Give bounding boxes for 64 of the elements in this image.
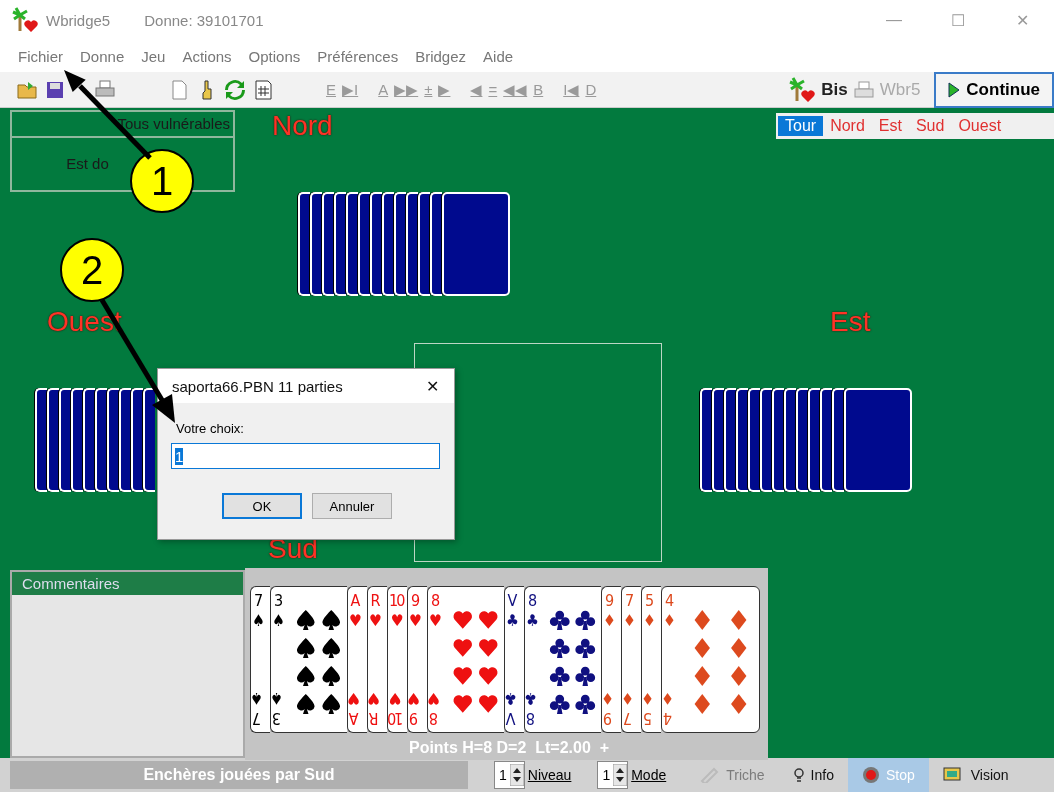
window-title: Wbridge5 (46, 11, 111, 29)
playing-card[interactable]: V ♣ V ♣ (504, 586, 524, 733)
menu-item[interactable]: Options (248, 47, 301, 65)
playing-card[interactable]: 7 ♦ 7 ♦ (621, 586, 641, 733)
continue-button[interactable]: Continue (934, 71, 1054, 108)
points-summary: Points H=8 D=2 Lt=2.00 + (407, 739, 611, 757)
close-button[interactable]: ✕ (410, 376, 454, 396)
play-icon (948, 81, 961, 98)
deal-number: Donne: 39101701 (144, 11, 264, 29)
menu-item[interactable]: Donne (80, 47, 125, 65)
menu-item[interactable]: Jeu (141, 47, 166, 65)
refresh-icon[interactable] (224, 78, 246, 101)
playing-card[interactable]: A ♥ A ♥ (347, 586, 367, 733)
stop-icon (861, 766, 880, 784)
spinner-arrows-icon[interactable] (613, 764, 628, 786)
status-button[interactable]: Vision (928, 758, 1023, 792)
seat-label: Sud (268, 533, 318, 565)
playing-card[interactable]: 5 ♦ 5 ♦ (641, 586, 661, 733)
printer-icon (853, 80, 874, 99)
spinner-label: Mode (631, 767, 667, 783)
spinner-arrows-icon[interactable] (509, 764, 524, 786)
window-control[interactable]: ✕ (990, 10, 1054, 30)
palm-heart-icon (12, 7, 38, 33)
dialog-button[interactable]: Annuler (312, 493, 392, 519)
comments-title: Commentaires (12, 572, 243, 595)
seat-label: Est (830, 306, 871, 338)
dialog-title: saporta66.PBN 11 parties (172, 377, 343, 395)
spinner-label: Niveau (527, 767, 572, 783)
choice-field[interactable]: 1 (171, 443, 440, 469)
lightbulb-icon (792, 767, 805, 783)
bis-button[interactable]: Bis (821, 79, 848, 100)
status-caption: Enchères jouées par Sud (10, 761, 468, 789)
playing-card[interactable]: 8 ♣ 8 ♣ (524, 586, 601, 733)
menu-item[interactable]: Fichier (18, 47, 63, 65)
dealer-label: Est do (66, 155, 109, 172)
menu-item[interactable]: Aide (483, 47, 514, 65)
turn-cell[interactable]: Nord (823, 116, 872, 136)
callout-badge: 2 (60, 238, 124, 302)
window-control[interactable]: ☐ (926, 10, 990, 30)
menu-item[interactable]: Actions (182, 47, 232, 65)
playing-card[interactable]: 4 ♦ 4 ♦ (661, 586, 760, 733)
status-button[interactable]: Info (778, 758, 848, 792)
menu-item[interactable]: Préférences (317, 47, 399, 65)
turn-cell[interactable]: Tour (778, 116, 824, 136)
playing-card[interactable]: 8 ♥ 8 ♥ (427, 586, 504, 733)
playing-card[interactable]: 3 ♠ 3 ♠ (270, 586, 347, 733)
palm-heart-icon (789, 76, 816, 103)
callout-badge: 1 (130, 149, 194, 213)
turn-cell[interactable]: Est (871, 116, 909, 136)
playing-card[interactable]: 7 ♠ 7 ♠ (250, 586, 270, 733)
playing-card[interactable]: 10 ♥ 10 ♥ (387, 586, 407, 733)
menu-item[interactable]: Bridgez (415, 47, 467, 65)
field-label: Votre choix: (176, 421, 244, 436)
spinner-field[interactable]: 1 (494, 761, 525, 789)
playing-card[interactable]: 9 ♦ 9 ♦ (601, 586, 621, 733)
playing-card[interactable]: 9 ♥ 9 ♥ (407, 586, 427, 733)
hash-document-icon[interactable] (252, 78, 274, 101)
window-control[interactable]: — (862, 10, 926, 30)
playing-card[interactable]: R ♥ R ♥ (367, 586, 387, 733)
turn-cell[interactable]: Ouest (951, 116, 1009, 136)
dialog-button[interactable]: OK (222, 493, 302, 519)
spinner-field[interactable]: 1 (597, 761, 629, 789)
turn-cell[interactable]: Sud (908, 116, 952, 136)
seat-label: Nord (272, 110, 333, 142)
